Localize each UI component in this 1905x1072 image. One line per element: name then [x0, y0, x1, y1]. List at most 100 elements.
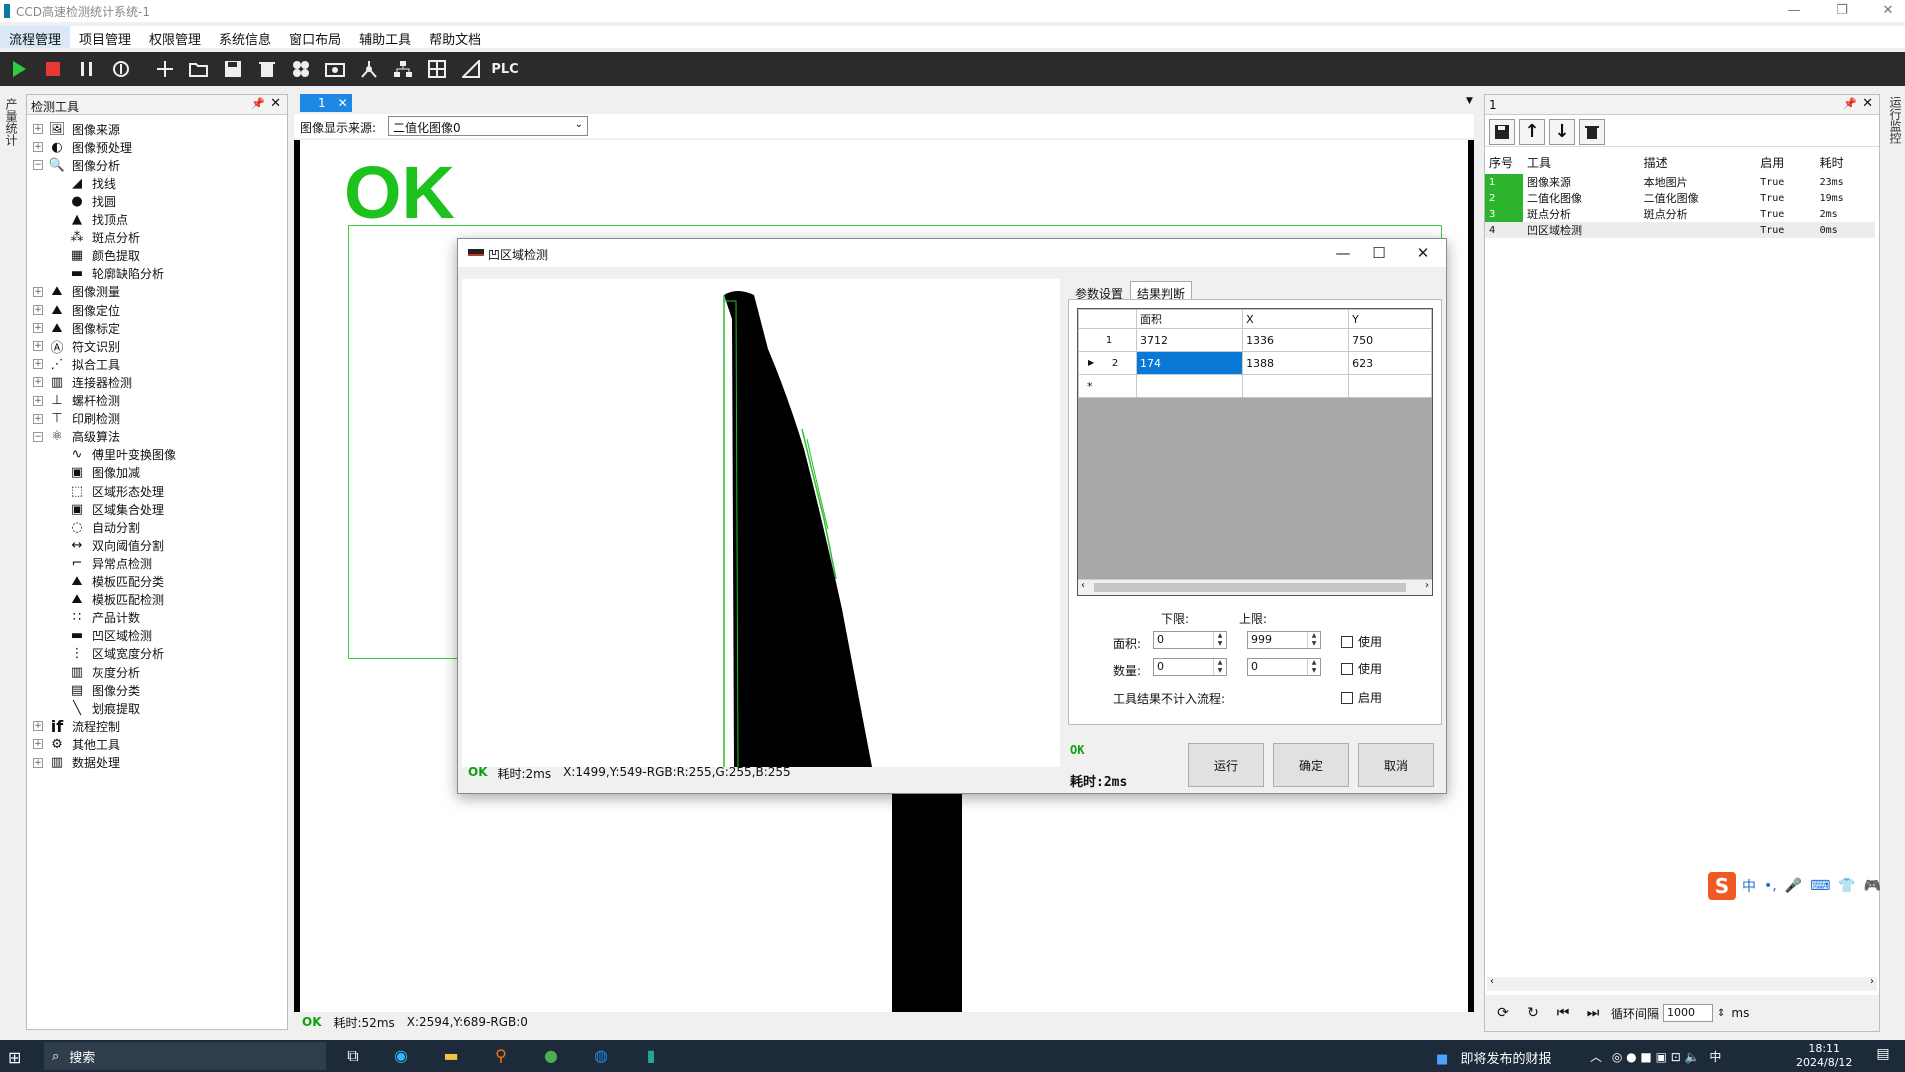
tree-item[interactable]: ▤ 图像分类	[67, 680, 140, 700]
tray-app-icons[interactable]: ◎ ● ■ ▣ ⊡ 🔈	[1612, 1050, 1700, 1064]
ime-voice-icon[interactable]: 🎤	[1785, 878, 1802, 894]
tree-item[interactable]: − 🔍 图像分析	[33, 155, 120, 175]
tree-item[interactable]: + 🖼 图像来源	[33, 119, 120, 139]
ime-keyboard-icon[interactable]: ⌨	[1810, 878, 1830, 894]
menu-system-info[interactable]: 系统信息	[210, 26, 280, 48]
left-side-tab[interactable]: 产量统计	[0, 92, 22, 1032]
first-step-icon[interactable]: ⏮	[1551, 1001, 1575, 1025]
confirm-button[interactable]: 确定	[1273, 743, 1349, 787]
spinner-arrows-icon[interactable]: ▲ ▼	[1213, 659, 1226, 675]
pin-icon[interactable]: 📌	[251, 97, 265, 110]
table-row[interactable]: ▶ 2 174 1388 623	[1078, 351, 1432, 375]
play-icon[interactable]	[4, 54, 34, 84]
tree-item[interactable]: + ⛰ 图像标定	[33, 318, 120, 338]
cell-area[interactable]: 174	[1135, 351, 1244, 375]
expand-icon[interactable]: +	[33, 359, 43, 370]
tree-item[interactable]: ↔ 双向阈值分割	[67, 535, 164, 555]
menu-permission[interactable]: 权限管理	[140, 26, 210, 48]
menu-process[interactable]: 流程管理	[0, 26, 71, 48]
news-widget[interactable]: ■ 即将发布的财报	[1436, 1048, 1551, 1067]
new-row[interactable]: *	[1078, 374, 1432, 398]
tray-lang[interactable]: 中	[1709, 1050, 1721, 1064]
row-time[interactable]: 23ms	[1816, 174, 1875, 190]
edge-icon[interactable]: ◉	[390, 1046, 412, 1068]
tree-item[interactable]: ⛰ 模板匹配检测	[67, 590, 164, 610]
spinner-arrows-icon[interactable]: ▲ ▼	[1307, 632, 1320, 648]
row-enabled[interactable]: True	[1756, 222, 1815, 238]
expand-icon[interactable]: +	[33, 413, 43, 424]
tree-item[interactable]: + Ⓐ 符文识别	[33, 336, 120, 356]
source-select[interactable]: 二值化图像0 ⌄	[388, 116, 588, 136]
expand-icon[interactable]: +	[33, 142, 43, 153]
pause-icon[interactable]	[72, 54, 102, 84]
tree-item[interactable]: ∷ 产品计数	[67, 608, 140, 628]
expand-icon[interactable]: +	[33, 286, 43, 297]
tree-item[interactable]: ● 找圆	[67, 191, 116, 211]
run-once-icon[interactable]: ⟳	[1491, 1001, 1515, 1025]
scroll-thumb[interactable]	[1094, 583, 1406, 592]
save-icon[interactable]	[218, 54, 248, 84]
row-tool[interactable]: 图像来源	[1523, 174, 1640, 190]
production-stats-tab[interactable]: 产量统计	[3, 98, 20, 146]
delete-icon[interactable]	[252, 54, 282, 84]
tree-item[interactable]: + ▥ 连接器检测	[33, 372, 132, 392]
collapse-icon[interactable]: −	[33, 160, 43, 171]
loop-icon[interactable]	[106, 54, 136, 84]
pin-icon[interactable]: 📌	[1843, 97, 1857, 110]
tree-item[interactable]: + ⊥ 螺杆检测	[33, 391, 120, 411]
hierarchy-icon[interactable]	[388, 54, 418, 84]
clock[interactable]: 18:11 2024/8/12	[1796, 1042, 1852, 1070]
area-upper-input[interactable]: 999 ▲ ▼	[1247, 631, 1321, 649]
expand-icon[interactable]: +	[33, 739, 43, 750]
tree-item[interactable]: ▲ 找顶点	[67, 210, 128, 230]
checkbox-box[interactable]	[1341, 635, 1353, 648]
col-y[interactable]: Y	[1348, 309, 1432, 329]
result-grid[interactable]: 面积 X Y 1 3712 1336 750 ▶2 174 1388 623	[1077, 308, 1433, 596]
row-index[interactable]: 1	[1485, 174, 1523, 190]
row-enabled[interactable]: True	[1756, 174, 1815, 190]
flow-horizontal-scrollbar[interactable]: ‹ ›	[1487, 976, 1877, 991]
checkbox-box[interactable]	[1341, 662, 1353, 675]
dialog-minimize-button[interactable]: —	[1328, 242, 1358, 264]
ccd-app-icon[interactable]: ▮	[640, 1046, 662, 1068]
tree-item[interactable]: + ⚙ 其他工具	[33, 734, 120, 754]
close-button[interactable]: ✕	[1876, 2, 1900, 20]
file-explorer-icon[interactable]: ▬	[440, 1046, 462, 1068]
dialog-image-view[interactable]	[462, 279, 1060, 767]
col-enabled[interactable]: 启用	[1756, 151, 1815, 174]
notifications-icon[interactable]: ▤	[1872, 1046, 1894, 1068]
row-time[interactable]: 0ms	[1816, 222, 1875, 238]
ime-punct-icon[interactable]: •,	[1764, 878, 1777, 894]
sogou-ime-icon[interactable]: S	[1708, 872, 1736, 900]
row-tool[interactable]: 二值化图像	[1523, 190, 1640, 206]
stop-icon[interactable]	[38, 54, 68, 84]
camera-icon[interactable]	[320, 54, 350, 84]
tree-item[interactable]: ▥ 灰度分析	[67, 662, 140, 682]
expand-icon[interactable]: +	[33, 721, 43, 732]
loop-run-icon[interactable]: ↻	[1521, 1001, 1545, 1025]
ime-game-icon[interactable]: 🎮	[1864, 878, 1881, 894]
tree-item[interactable]: ◌ 自动分割	[67, 517, 140, 537]
expand-icon[interactable]: +	[33, 305, 43, 315]
cell-y[interactable]: 623	[1348, 351, 1432, 375]
move-down-icon[interactable]: ↓	[1549, 118, 1575, 145]
menu-help[interactable]: 帮助文档	[420, 26, 490, 48]
plc-button[interactable]: PLC	[490, 54, 520, 84]
tree-item[interactable]: ╲ 划痕提取	[67, 698, 140, 718]
open-folder-icon[interactable]	[184, 54, 214, 84]
tree-item[interactable]: ▣ 图像加减	[67, 463, 140, 483]
collapse-icon[interactable]: −	[33, 431, 43, 442]
tree-item[interactable]: ◢ 找线	[67, 173, 116, 193]
col-time[interactable]: 耗时	[1816, 151, 1875, 174]
modules-icon[interactable]	[286, 54, 316, 84]
row-time[interactable]: 19ms	[1816, 190, 1875, 206]
checkbox-box[interactable]	[1341, 691, 1353, 704]
browser-icon[interactable]: ◍	[590, 1046, 612, 1068]
task-view-icon[interactable]: ⧉	[342, 1046, 364, 1068]
delete-icon[interactable]	[1579, 118, 1605, 145]
scroll-left-icon[interactable]: ‹	[1490, 976, 1494, 987]
expand-icon[interactable]: +	[33, 377, 43, 388]
row-index[interactable]: 4	[1485, 222, 1523, 238]
table-row[interactable]: 4 凹区域检测 True 0ms	[1485, 222, 1875, 238]
network-icon[interactable]	[354, 54, 384, 84]
